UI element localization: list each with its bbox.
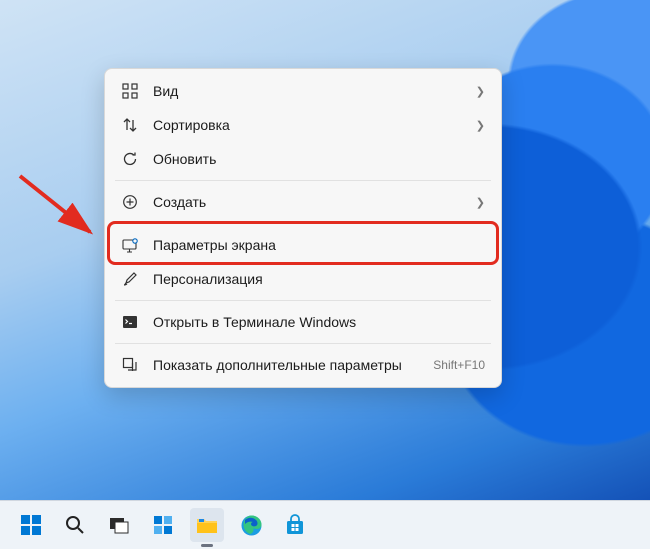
terminal-icon [121, 313, 139, 331]
chevron-right-icon: ❯ [476, 85, 485, 98]
menu-label: Показать дополнительные параметры [153, 357, 425, 373]
menu-label: Персонализация [153, 271, 485, 287]
desktop-context-menu: Вид ❯ Сортировка ❯ Обновить [104, 68, 502, 388]
store-button[interactable] [278, 508, 312, 542]
start-button[interactable] [14, 508, 48, 542]
chevron-right-icon: ❯ [476, 119, 485, 132]
menu-label: Вид [153, 83, 468, 99]
menu-item-more-options[interactable]: Показать дополнительные параметры Shift+… [111, 348, 495, 382]
menu-separator [115, 300, 491, 301]
refresh-icon [121, 150, 139, 168]
menu-label: Сортировка [153, 117, 468, 133]
menu-label: Обновить [153, 151, 485, 167]
sort-icon [121, 116, 139, 134]
menu-item-view[interactable]: Вид ❯ [111, 74, 495, 108]
widgets-button[interactable] [146, 508, 180, 542]
search-button[interactable] [58, 508, 92, 542]
plus-circle-icon [121, 193, 139, 211]
menu-item-personalize[interactable]: Персонализация [111, 262, 495, 296]
menu-item-display-settings[interactable]: Параметры экрана [111, 228, 495, 262]
menu-item-open-terminal[interactable]: Открыть в Терминале Windows [111, 305, 495, 339]
menu-label: Создать [153, 194, 468, 210]
more-options-icon [121, 356, 139, 374]
menu-separator [115, 343, 491, 344]
desktop[interactable]: Вид ❯ Сортировка ❯ Обновить [0, 0, 650, 549]
menu-label: Параметры экрана [153, 237, 485, 253]
menu-item-refresh[interactable]: Обновить [111, 142, 495, 176]
menu-shortcut: Shift+F10 [433, 358, 485, 372]
menu-separator [115, 223, 491, 224]
edge-button[interactable] [234, 508, 268, 542]
file-explorer-button[interactable] [190, 508, 224, 542]
paintbrush-icon [121, 270, 139, 288]
annotation-arrow [16, 168, 100, 248]
menu-item-sort[interactable]: Сортировка ❯ [111, 108, 495, 142]
task-view-button[interactable] [102, 508, 136, 542]
taskbar [0, 500, 650, 549]
display-settings-icon [121, 236, 139, 254]
menu-separator [115, 180, 491, 181]
menu-label: Открыть в Терминале Windows [153, 314, 485, 330]
view-icon [121, 82, 139, 100]
menu-item-new[interactable]: Создать ❯ [111, 185, 495, 219]
chevron-right-icon: ❯ [476, 196, 485, 209]
